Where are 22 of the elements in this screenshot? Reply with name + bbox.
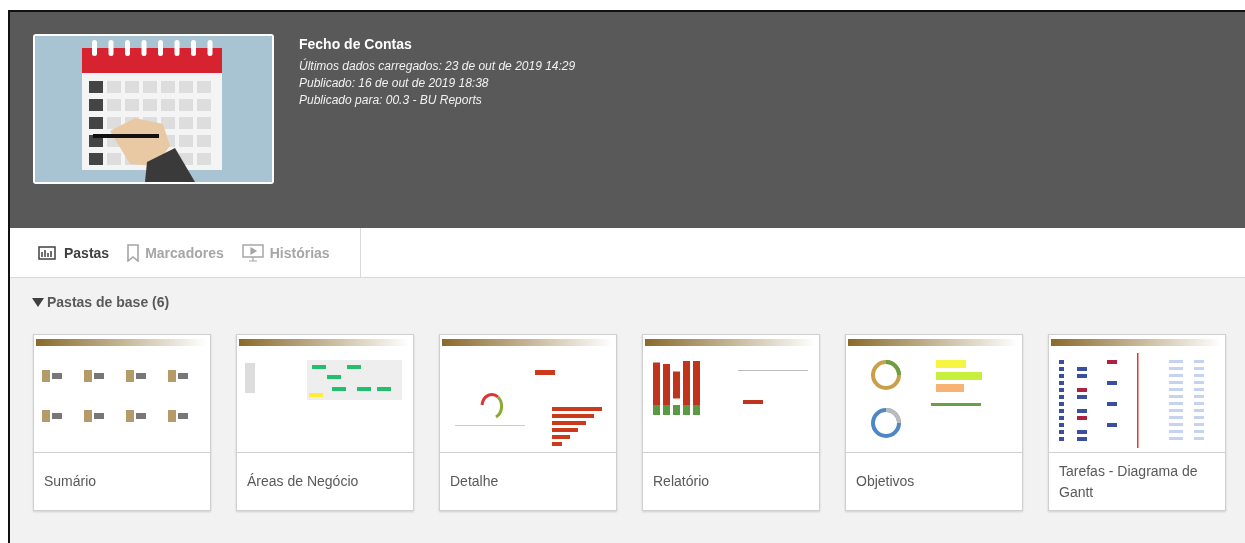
sheet-title: Sumário (44, 472, 97, 491)
sheet-icon (38, 244, 58, 261)
app-detail: Publicado: 16 de out de 2019 18:38 (299, 75, 490, 92)
sheet-title: Relatório (653, 472, 710, 491)
sheet-card[interactable]: Sumário (33, 334, 211, 511)
sheet-card[interactable]: Detalhe (439, 334, 617, 511)
sheet-card[interactable]: Objetivos (845, 334, 1023, 511)
sheet-title: Áreas de Negócio (247, 472, 359, 491)
sheet-card[interactable]: Áreas de Negócio (236, 334, 414, 511)
app-title: Fecho de Contas (299, 36, 413, 52)
sheet-title: Tarefas - Diagrama de Gantt (1059, 461, 1199, 502)
tab[interactable]: Pastas (32, 240, 116, 265)
bookmark-icon (127, 243, 140, 262)
app-detail: Últimos dados carregados: 23 de out de 2019 14:29 (299, 58, 576, 75)
section-toggle[interactable]: Pastas de base (6) (32, 294, 170, 310)
sheet-title: Detalhe (450, 472, 499, 491)
presentation-icon (241, 243, 264, 262)
sheet-title: Objetivos (856, 472, 915, 491)
app-detail: Publicado para: 00.3 - BU Reports (299, 92, 483, 109)
caret-icon (32, 297, 44, 307)
sheet-card[interactable]: Tarefas - Diagrama de Gantt (1048, 334, 1226, 511)
sheet-card[interactable]: Relatório (642, 334, 820, 511)
